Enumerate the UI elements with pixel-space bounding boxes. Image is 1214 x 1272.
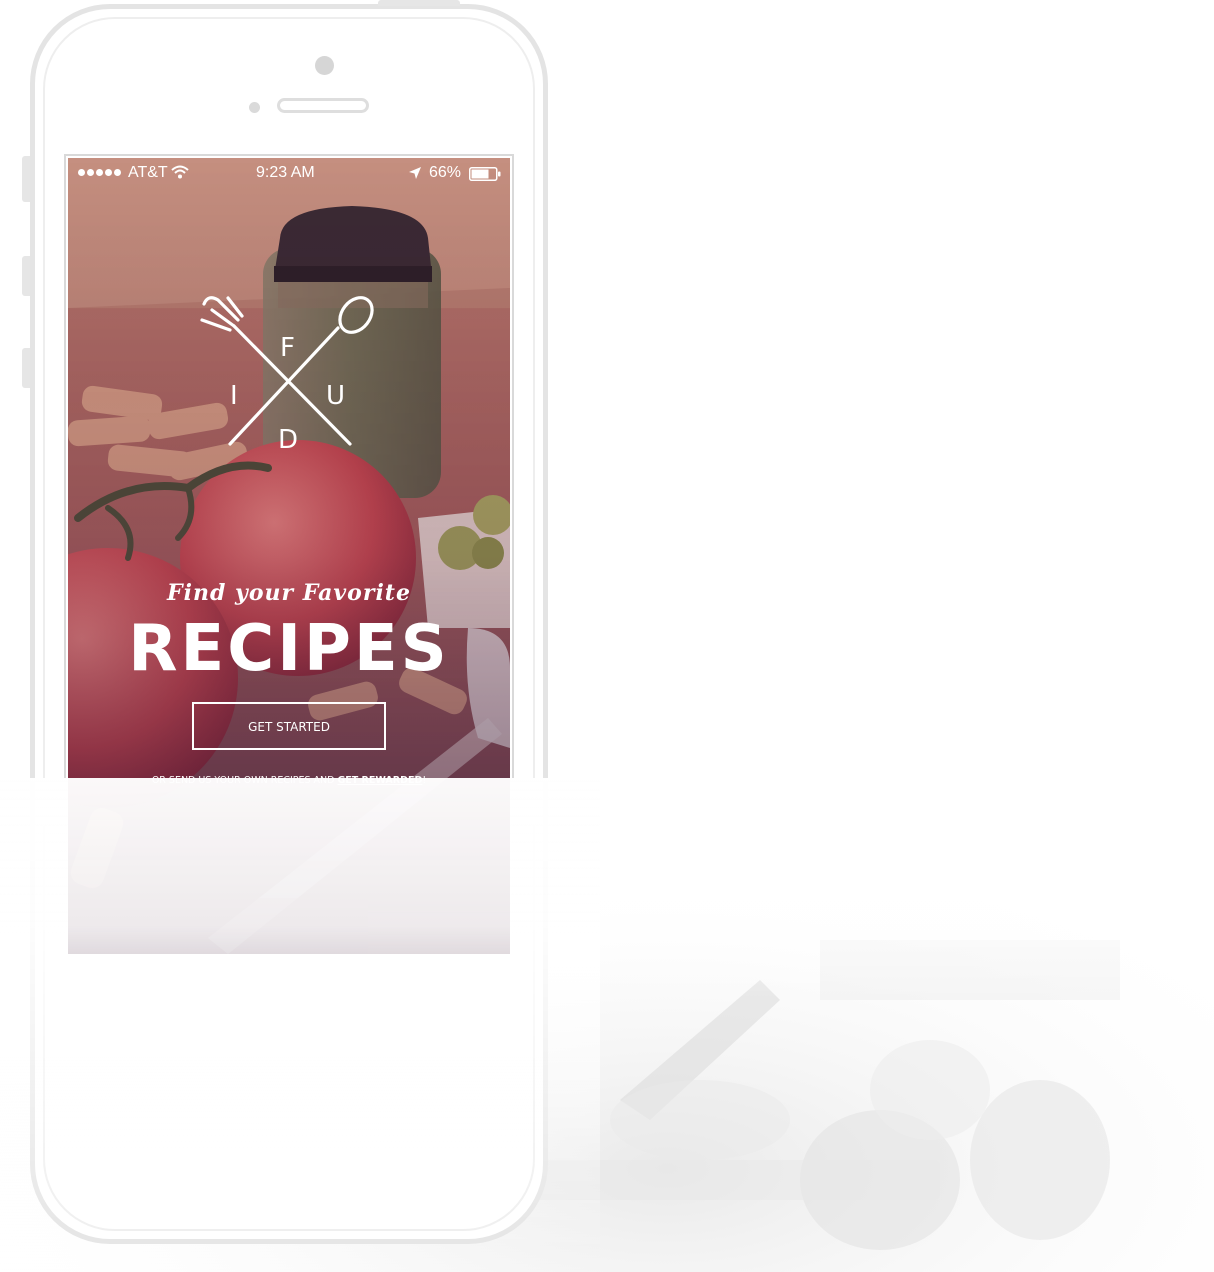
- hero-tagline: Find your Favorite: [167, 580, 411, 606]
- get-started-button[interactable]: GET STARTED: [192, 702, 386, 750]
- status-time: 9:23 AM: [256, 164, 315, 181]
- logo-letter-i: I: [230, 381, 238, 411]
- earpiece-speaker: [277, 98, 369, 113]
- carrier-label: AT&T: [128, 164, 168, 181]
- mute-switch: [22, 156, 30, 202]
- battery-icon: [469, 167, 501, 181]
- location-arrow-icon: [409, 167, 421, 179]
- battery-percentage: 66%: [429, 164, 462, 181]
- fiud-logo: F I U D: [200, 296, 374, 455]
- front-camera: [315, 56, 334, 75]
- wifi-icon: [171, 165, 189, 179]
- logo-letter-f: F: [280, 333, 295, 363]
- volume-down-button: [22, 348, 30, 388]
- power-button: [378, 0, 460, 6]
- proximity-sensor: [249, 102, 260, 113]
- logo-letter-d: D: [278, 425, 298, 455]
- logo-letter-u: U: [326, 381, 345, 411]
- signal-strength-icon: [78, 169, 121, 176]
- volume-up-button: [22, 256, 30, 296]
- phone-bottom-fade: [0, 778, 600, 1272]
- status-bar: AT&T 9:23 AM 66%: [68, 158, 510, 188]
- hero-headline: RECIPES: [128, 612, 450, 686]
